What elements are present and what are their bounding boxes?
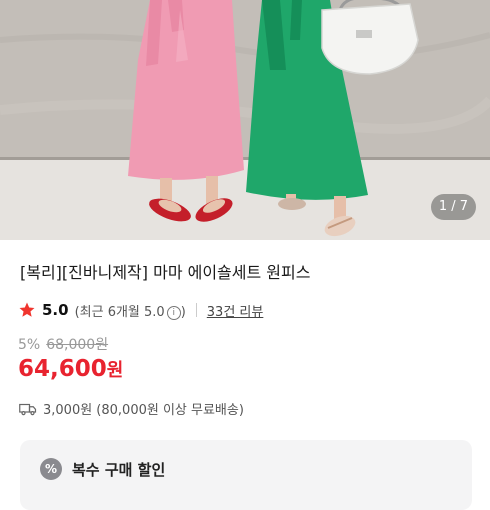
discount-row: 5% 68,000원 bbox=[18, 334, 108, 354]
review-count-link[interactable]: 33건 리뷰 bbox=[207, 301, 264, 320]
product-image-gallery[interactable]: 1 / 7 bbox=[0, 0, 490, 240]
truck-icon bbox=[19, 403, 37, 415]
original-price: 68,000원 bbox=[46, 337, 109, 353]
info-icon[interactable]: i bbox=[166, 305, 181, 320]
shipping-text: 3,000원 (80,000원 이상 무료배송) bbox=[43, 403, 244, 418]
rating-row: 5.0 (최근 6개월 5.0 i) 33건 리뷰 bbox=[18, 299, 263, 321]
promo-title: 복수 구매 할인 bbox=[72, 461, 166, 479]
sale-price-unit: 원 bbox=[106, 360, 124, 381]
product-photo bbox=[0, 0, 490, 240]
star-icon bbox=[19, 302, 35, 317]
shipping-info: 3,000원 (80,000원 이상 무료배송) bbox=[19, 399, 244, 418]
percent-icon: % bbox=[40, 458, 62, 480]
sale-price: 64,600원 bbox=[18, 356, 123, 382]
recent-rating-close: ) bbox=[180, 304, 186, 320]
product-title: [복리][진바니제작] 마마 에이숄세트 원피스 bbox=[20, 263, 311, 282]
discount-rate: 5% bbox=[18, 337, 41, 353]
divider bbox=[195, 303, 197, 317]
recent-rating-text: (최근 6개월 5.0 i) bbox=[75, 301, 186, 320]
recent-rating-label: (최근 6개월 5.0 bbox=[74, 304, 165, 320]
image-counter-badge: 1 / 7 bbox=[430, 194, 476, 220]
rating-score: 5.0 bbox=[42, 301, 69, 319]
multi-buy-discount-card[interactable]: % 복수 구매 할인 bbox=[20, 440, 472, 510]
sale-price-amount: 64,600 bbox=[18, 356, 107, 382]
